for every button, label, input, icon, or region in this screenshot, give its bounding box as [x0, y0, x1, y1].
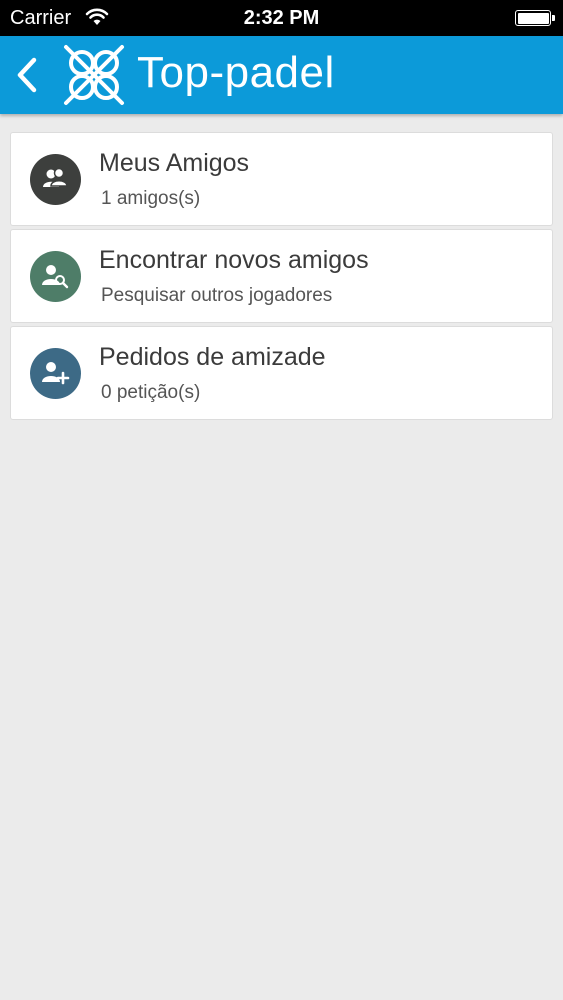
- menu-item-title: Pedidos de amizade: [99, 343, 326, 371]
- back-button[interactable]: [8, 50, 48, 100]
- menu-item-find-friends[interactable]: Encontrar novos amigos Pesquisar outros …: [10, 229, 553, 323]
- add-user-icon: [30, 348, 81, 399]
- friends-menu: Meus Amigos 1 amigos(s) Encontrar novos …: [10, 132, 553, 423]
- status-bar: Carrier 2:32 PM: [0, 0, 563, 36]
- top-padel-logo-icon: [62, 44, 126, 111]
- clock: 2:32 PM: [243, 7, 320, 29]
- chevron-left-icon: [17, 57, 37, 93]
- app-title: Top-padel: [137, 48, 335, 97]
- battery-tip: [552, 15, 555, 21]
- menu-item-my-friends[interactable]: Meus Amigos 1 amigos(s): [10, 132, 553, 226]
- menu-item-subtitle: 0 petição(s): [101, 382, 201, 403]
- menu-item-friend-requests[interactable]: Pedidos de amizade 0 petição(s): [10, 326, 553, 420]
- menu-item-title: Encontrar novos amigos: [99, 246, 369, 274]
- search-user-icon: [30, 251, 81, 302]
- menu-item-title: Meus Amigos: [99, 149, 250, 177]
- menu-item-subtitle: 1 amigos(s): [101, 188, 201, 209]
- app-header: Top-padel: [0, 36, 563, 114]
- menu-item-subtitle: Pesquisar outros jogadores: [101, 285, 333, 306]
- friends-icon: [30, 154, 81, 205]
- battery-icon: [515, 10, 551, 26]
